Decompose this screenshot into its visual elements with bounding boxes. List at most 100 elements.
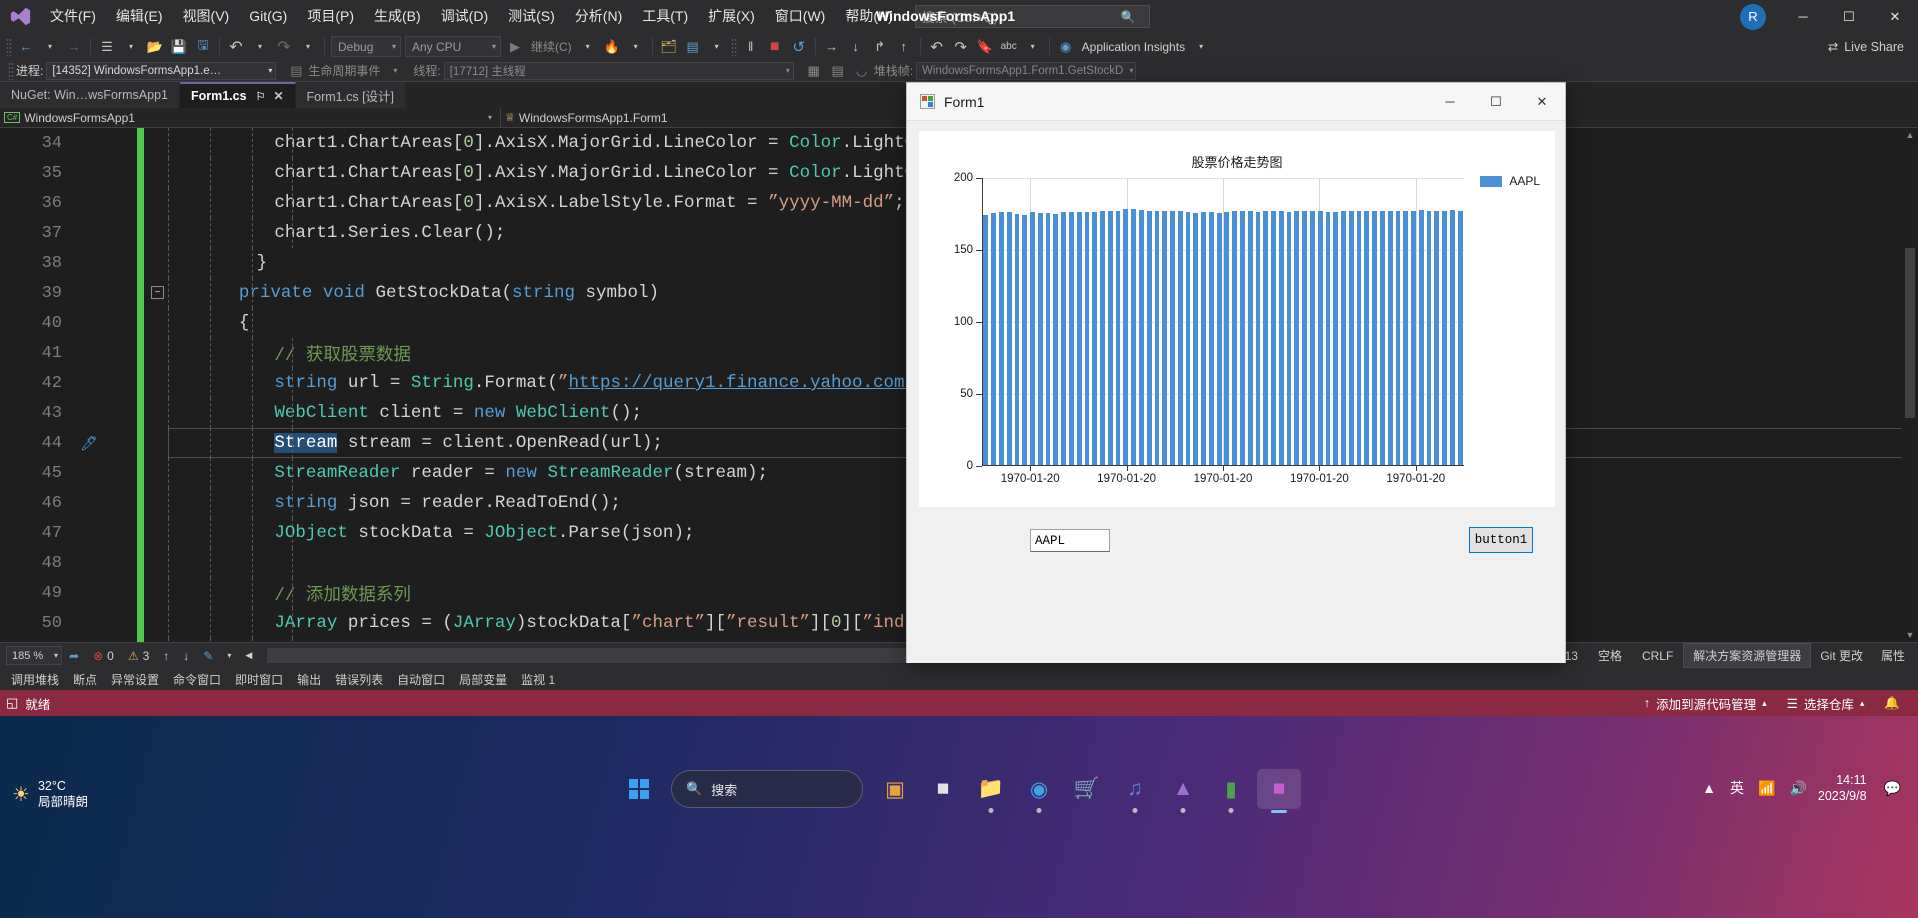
lifecycle-events-label[interactable]: 生命周期事件 [308,62,383,79]
undo-dropdown-icon[interactable]: ▾ [249,36,271,58]
browse-icon[interactable]: 🗂 [658,36,680,58]
form1-window[interactable]: Form1 ─ ☐ ✕ 股票价格走势图 AAPL 050100150200197… [906,82,1566,663]
zoom-level-dropdown[interactable]: 185 % ▾ [6,646,62,665]
collapse-region-icon[interactable]: − [151,286,164,299]
tool-tab-properties[interactable]: 属性 [1872,644,1914,667]
undo-icon[interactable]: ↶ [225,36,247,58]
thread-dropdown[interactable]: [17712] 主线程 ▾ [444,62,794,80]
load-button[interactable]: button1 [1469,527,1533,553]
dock-tab[interactable]: 即时窗口 [228,671,290,688]
weather-widget[interactable]: ☀ 32°C局部晴朗 [12,778,88,810]
dock-tab[interactable]: 调用堆栈 [4,671,66,688]
taskbar-search[interactable]: 🔍 搜索 [671,770,863,808]
indentation-indicator[interactable]: 空格 [1588,647,1632,664]
visual-studio-taskbar-button[interactable]: ■ [1257,769,1301,809]
continue-label[interactable]: 继续(C) [527,38,576,55]
dock-tab[interactable]: 局部变量 [452,671,514,688]
dock-tab[interactable]: 异常设置 [104,671,166,688]
menu-view[interactable]: 视图(V) [173,0,240,33]
menu-edit[interactable]: 编辑(E) [106,0,173,33]
media-player-button[interactable]: ♫ [1113,769,1157,809]
store-button[interactable]: 🛒 [1065,769,1109,809]
close-icon[interactable]: ✕ [273,89,283,103]
minimize-button[interactable]: ─ [1780,0,1826,33]
scrollbar-thumb[interactable] [1905,248,1915,418]
taskview-button[interactable]: ▣ [873,769,917,809]
dock-tab[interactable]: 输出 [290,671,328,688]
step-out-icon[interactable]: ↱ [869,36,891,58]
app-button[interactable]: ▲ [1161,769,1205,809]
volume-icon[interactable]: 🔊 [1782,780,1813,797]
lifecycle-dropdown-icon[interactable]: ▾ [384,60,406,82]
form1-maximize-button[interactable]: ☐ [1473,83,1519,121]
stack-frame-dropdown[interactable]: WindowsFormsApp1.Form1.GetStockD ▾ [916,62,1136,80]
tab-nuget[interactable]: NuGet: Win…wsFormsApp1 [0,82,180,108]
form1-close-button[interactable]: ✕ [1519,83,1565,121]
stack-frame-icon-2[interactable]: ▤ [827,60,849,82]
step-over-icon[interactable]: ↓ [845,36,867,58]
stack-frame-icon-1[interactable]: ▦ [803,60,825,82]
toolbar-grip[interactable] [731,38,737,56]
tray-expand-icon[interactable]: ▲ [1695,780,1723,796]
file-explorer-button[interactable]: 📁 [969,769,1013,809]
step-into-icon[interactable]: → [821,36,843,58]
dock-tab[interactable]: 错误列表 [328,671,390,688]
notifications-button[interactable]: 🔔 [1874,696,1910,711]
network-icon[interactable]: 📶 [1751,780,1782,797]
hot-reload-dropdown-icon[interactable]: ▾ [625,36,647,58]
menu-test[interactable]: 测试(S) [498,0,565,33]
add-to-source-control-button[interactable]: ↑ 添加到源代码管理 ▴ [1634,694,1777,713]
clock[interactable]: 14:112023/9/8 [1814,772,1877,804]
menu-git[interactable]: Git(G) [239,0,297,33]
window-layout-icon[interactable]: ▤ [682,36,704,58]
process-dropdown[interactable]: [14352] WindowsFormsApp1.e… ▾ [46,62,276,80]
dock-tab[interactable]: 命令窗口 [166,671,228,688]
chart-legend[interactable]: AAPL [1480,174,1540,188]
stock-chart[interactable]: 股票价格走势图 AAPL 0501001502001970-01-201970-… [919,131,1555,507]
symbol-input[interactable]: AAPL [1030,529,1110,552]
chevron-down-icon[interactable]: ▾ [488,113,492,122]
step-up-icon[interactable]: ↑ [893,36,915,58]
scroll-down-icon[interactable]: ▼ [1902,630,1918,640]
breadcrumb-project[interactable]: C# WindowsFormsApp1 ▾ [0,108,500,128]
restart-debug-icon[interactable]: ↺ [788,36,810,58]
editor-vertical-scrollbar[interactable]: ▲ ▼ [1902,128,1918,642]
error-count[interactable]: ⊗ 0 [86,649,121,663]
toolbar-grip[interactable] [6,38,12,56]
next-issue-icon[interactable]: ↓ [176,649,196,663]
lifecycle-events-icon[interactable]: ▤ [285,60,307,82]
pause-icon[interactable]: ‖ [740,36,762,58]
open-file-icon[interactable]: 📂 [144,36,166,58]
continue-play-icon[interactable]: ▶ [504,36,526,58]
widgets-button[interactable]: ■ [921,769,965,809]
app-insights-icon[interactable]: ◉ [1055,36,1077,58]
continue-dropdown-icon[interactable]: ▾ [577,36,599,58]
pin-icon[interactable]: ⚐ [256,90,266,103]
tool-tab-git-changes[interactable]: Git 更改 [1811,644,1872,667]
debugbar-grip[interactable] [8,62,14,80]
stack-frame-icon-3[interactable]: ◡ [851,60,873,82]
ime-indicator-icon[interactable]: 英 [1723,778,1751,798]
live-share-button[interactable]: ⇄ Live Share [1828,39,1918,54]
save-icon[interactable]: 💾 [168,36,190,58]
quick-actions-dropdown-icon[interactable]: ▾ [220,651,238,660]
menu-debug[interactable]: 调试(D) [431,0,498,33]
warning-count[interactable]: ⚠ 3 [121,649,156,663]
save-all-icon[interactable]: 🖫 [192,36,214,58]
line-ending-indicator[interactable]: CRLF [1632,649,1683,663]
undo-alt-icon[interactable]: ↶ [926,36,948,58]
terminal-button[interactable]: ▮ [1209,769,1253,809]
select-repository-button[interactable]: ☰ 选择仓库 ▴ [1777,694,1875,713]
menu-file[interactable]: 文件(F) [40,0,106,33]
new-item-icon[interactable]: ☰ [96,36,118,58]
start-button[interactable] [617,769,661,809]
dock-tab[interactable]: 断点 [66,671,104,688]
tab-form1-designer[interactable]: Form1.cs [设计] [296,82,407,108]
account-avatar[interactable]: R [1740,4,1766,30]
redo-alt-icon[interactable]: ↷ [950,36,972,58]
hscroll-left-icon[interactable]: ◀ [238,650,259,661]
toolbar-overflow-icon[interactable]: ▾ [1022,36,1044,58]
scroll-up-icon[interactable]: ▲ [1902,130,1918,140]
solution-platform-dropdown[interactable]: Any CPU ▾ [405,36,501,57]
nav-back-dropdown-icon[interactable]: ▾ [39,36,61,58]
